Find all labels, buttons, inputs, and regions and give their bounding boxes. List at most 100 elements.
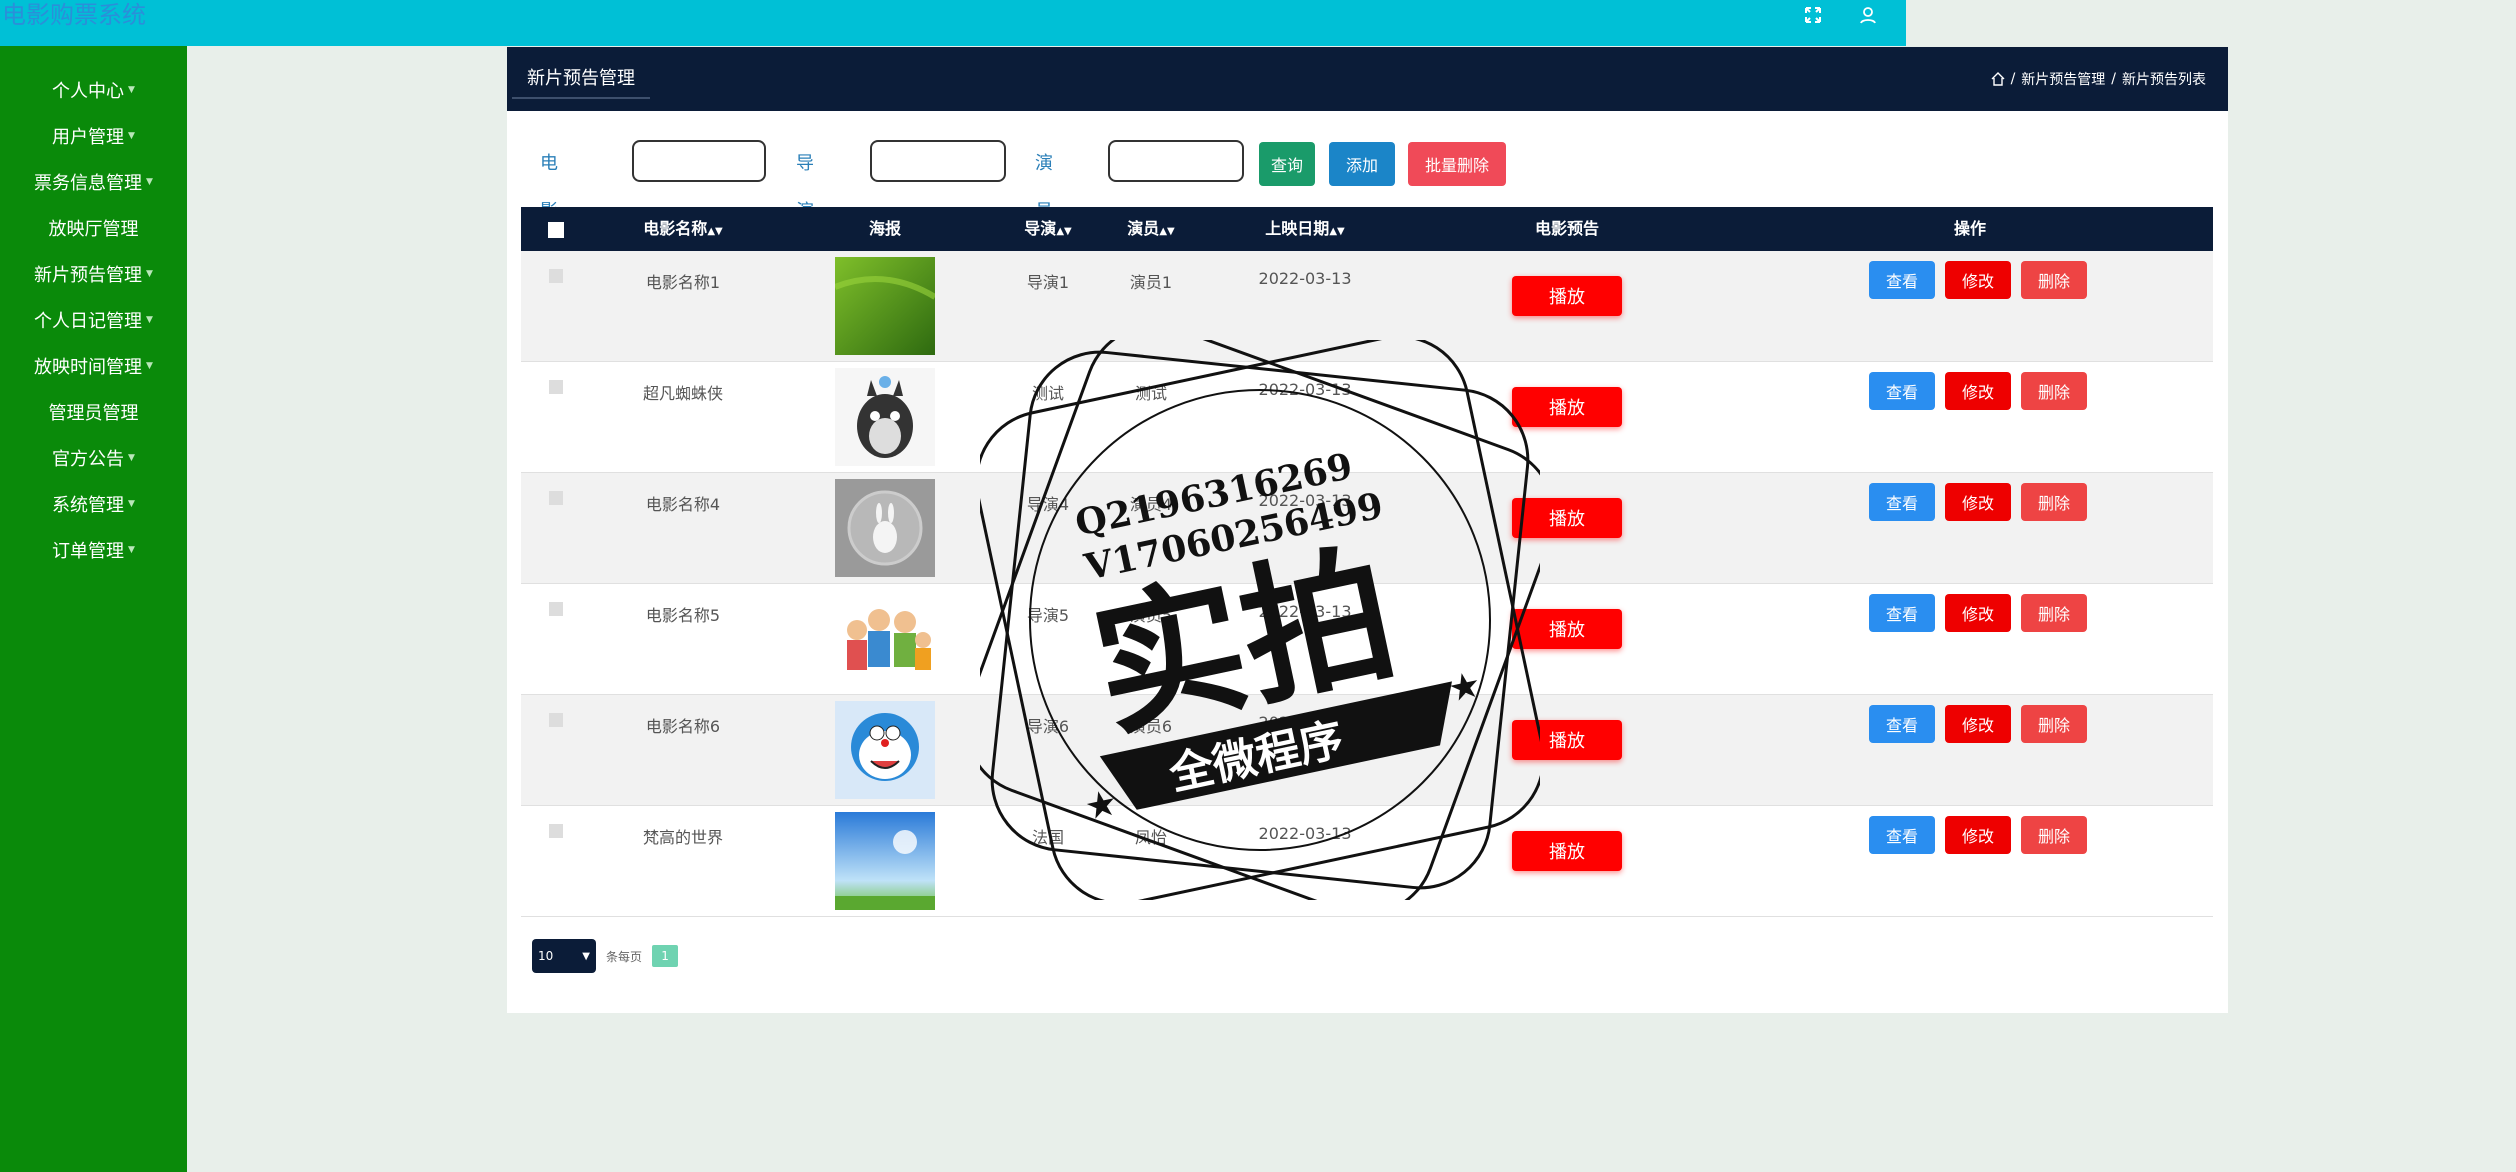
edit-button[interactable]: 修改 bbox=[1945, 483, 2011, 521]
sidebar-item-orders[interactable]: 订单管理 ▼ bbox=[0, 527, 187, 573]
home-icon[interactable] bbox=[1991, 72, 2005, 86]
delete-button[interactable]: 删除 bbox=[2021, 816, 2087, 854]
edit-button[interactable]: 修改 bbox=[1945, 705, 2011, 743]
user-icon[interactable] bbox=[1850, 0, 1886, 30]
fullscreen-icon[interactable] bbox=[1795, 0, 1831, 30]
actor-label: 演员 bbox=[1035, 153, 1053, 222]
chevron-down-icon: ▼ bbox=[582, 950, 590, 962]
sidebar-item-users[interactable]: 用户管理 ▼ bbox=[0, 113, 187, 159]
col-name-header[interactable]: 电影名称▲▼ bbox=[643, 207, 722, 251]
sort-icon[interactable]: ▲▼ bbox=[1159, 226, 1174, 237]
movie-name-label: 电影名称 bbox=[540, 153, 558, 318]
chevron-down-icon: ▼ bbox=[128, 499, 135, 509]
sidebar-item-tickets[interactable]: 票务信息管理 ▼ bbox=[0, 159, 187, 205]
col-director-header[interactable]: 导演▲▼ bbox=[1024, 207, 1071, 251]
col-date-header[interactable]: 上映日期▲▼ bbox=[1265, 207, 1344, 251]
app-title: 电影购票系统 bbox=[2, 1, 146, 29]
row-checkbox[interactable] bbox=[549, 602, 563, 616]
sidebar-item-label: 官方公告 bbox=[52, 449, 125, 470]
actor: 演员1 bbox=[1129, 273, 1173, 292]
pagination: 10 ▼ 条每页 1 bbox=[532, 939, 679, 973]
poster-image bbox=[835, 812, 935, 910]
edit-button[interactable]: 修改 bbox=[1945, 816, 2011, 854]
release-date: 2022-03-13 bbox=[1258, 602, 1352, 621]
view-button[interactable]: 查看 bbox=[1869, 261, 1935, 299]
actor: 凤怡 bbox=[1134, 828, 1168, 847]
play-button[interactable]: 播放 bbox=[1512, 387, 1622, 427]
breadcrumb: / 新片预告管理 / 新片预告列表 bbox=[1991, 47, 2206, 111]
play-button[interactable]: 播放 bbox=[1512, 831, 1622, 871]
edit-button[interactable]: 修改 bbox=[1945, 594, 2011, 632]
delete-button[interactable]: 删除 bbox=[2021, 372, 2087, 410]
view-button[interactable]: 查看 bbox=[1869, 594, 1935, 632]
edit-button[interactable]: 修改 bbox=[1945, 261, 2011, 299]
sidebar-item-showtimes[interactable]: 放映时间管理 ▼ bbox=[0, 343, 187, 389]
director-input[interactable] bbox=[870, 140, 1006, 182]
poster-image bbox=[835, 701, 935, 799]
breadcrumb-separator: / bbox=[2111, 71, 2116, 87]
sidebar-item-halls[interactable]: 放映厅管理 bbox=[0, 205, 187, 251]
actor-input[interactable] bbox=[1108, 140, 1244, 182]
page-number[interactable]: 1 bbox=[652, 945, 679, 967]
sidebar-item-system[interactable]: 系统管理 ▼ bbox=[0, 481, 187, 527]
play-button[interactable]: 播放 bbox=[1512, 498, 1622, 538]
batch-delete-button[interactable]: 批量删除 bbox=[1408, 142, 1506, 186]
trailer-table: 电影名称▲▼ 海报 导演▲▼ 演员▲▼ 上映日期▲▼ 电影预告 操作 电影名称1… bbox=[521, 207, 2213, 917]
sidebar-item-trailers[interactable]: 新片预告管理 ▼ bbox=[0, 251, 187, 297]
tab-trailers[interactable]: 新片预告管理 bbox=[527, 47, 635, 99]
sidebar-item-announcements[interactable]: 官方公告 ▼ bbox=[0, 435, 187, 481]
table-row: 超凡蜘蛛侠 测试 测试 2022-03-13 播放 查看 修改 删除 bbox=[521, 362, 2213, 473]
col-ops-header: 操作 bbox=[1953, 219, 1987, 238]
chevron-down-icon: ▼ bbox=[146, 361, 153, 371]
movie-name: 梵高的世界 bbox=[642, 828, 724, 847]
movie-name-input[interactable] bbox=[632, 140, 766, 182]
release-date: 2022-03-13 bbox=[1258, 824, 1352, 843]
sort-icon[interactable]: ▲▼ bbox=[707, 226, 722, 237]
play-button[interactable]: 播放 bbox=[1512, 720, 1622, 760]
sidebar-item-label: 管理员管理 bbox=[48, 403, 139, 424]
add-button[interactable]: 添加 bbox=[1329, 142, 1395, 186]
col-trailer-header: 电影预告 bbox=[1534, 219, 1600, 238]
sidebar: 个人中心 ▼ 用户管理 ▼ 票务信息管理 ▼ 放映厅管理 新片预告管理 ▼ 个人日记管理… bbox=[0, 46, 187, 1172]
sidebar-item-diary[interactable]: 个人日记管理 ▼ bbox=[0, 297, 187, 343]
col-poster-header: 海报 bbox=[868, 219, 902, 238]
view-button[interactable]: 查看 bbox=[1869, 816, 1935, 854]
play-button[interactable]: 播放 bbox=[1512, 276, 1622, 316]
table-row: 电影名称5 导演5 演员5 2022-03-13 播放 查看 修改 删除 bbox=[521, 584, 2213, 695]
select-all-checkbox[interactable] bbox=[548, 222, 564, 238]
row-checkbox[interactable] bbox=[549, 713, 563, 727]
edit-button[interactable]: 修改 bbox=[1945, 372, 2011, 410]
chevron-down-icon: ▼ bbox=[128, 131, 135, 141]
sidebar-item-admins[interactable]: 管理员管理 bbox=[0, 389, 187, 435]
actor: 演员5 bbox=[1129, 606, 1173, 625]
page-size-value: 10 bbox=[538, 949, 554, 963]
play-button[interactable]: 播放 bbox=[1512, 609, 1622, 649]
query-button[interactable]: 查询 bbox=[1259, 142, 1315, 186]
view-button[interactable]: 查看 bbox=[1869, 705, 1935, 743]
sidebar-item-personal-center[interactable]: 个人中心 ▼ bbox=[0, 67, 187, 113]
poster-image bbox=[835, 590, 935, 688]
col-name-label: 电影名称 bbox=[643, 219, 708, 238]
director: 导演1 bbox=[1026, 273, 1070, 292]
delete-button[interactable]: 删除 bbox=[2021, 261, 2087, 299]
chevron-down-icon: ▼ bbox=[146, 177, 153, 187]
movie-name: 电影名称6 bbox=[645, 717, 721, 736]
delete-button[interactable]: 删除 bbox=[2021, 594, 2087, 632]
director-label: 导演 bbox=[796, 153, 814, 222]
view-button[interactable]: 查看 bbox=[1869, 483, 1935, 521]
row-checkbox[interactable] bbox=[549, 269, 563, 283]
sidebar-item-label: 新片预告管理 bbox=[34, 265, 143, 286]
view-button[interactable]: 查看 bbox=[1869, 372, 1935, 410]
row-checkbox[interactable] bbox=[549, 380, 563, 394]
delete-button[interactable]: 删除 bbox=[2021, 705, 2087, 743]
col-actor-header[interactable]: 演员▲▼ bbox=[1127, 207, 1174, 251]
page-size-select[interactable]: 10 ▼ bbox=[532, 939, 596, 973]
breadcrumb-item[interactable]: 新片预告管理 bbox=[2021, 69, 2105, 89]
row-checkbox[interactable] bbox=[549, 824, 563, 838]
sort-icon[interactable]: ▲▼ bbox=[1329, 226, 1344, 237]
chevron-down-icon: ▼ bbox=[128, 85, 135, 95]
delete-button[interactable]: 删除 bbox=[2021, 483, 2087, 521]
sidebar-item-label: 放映时间管理 bbox=[34, 357, 143, 378]
row-checkbox[interactable] bbox=[549, 491, 563, 505]
sort-icon[interactable]: ▲▼ bbox=[1056, 226, 1071, 237]
